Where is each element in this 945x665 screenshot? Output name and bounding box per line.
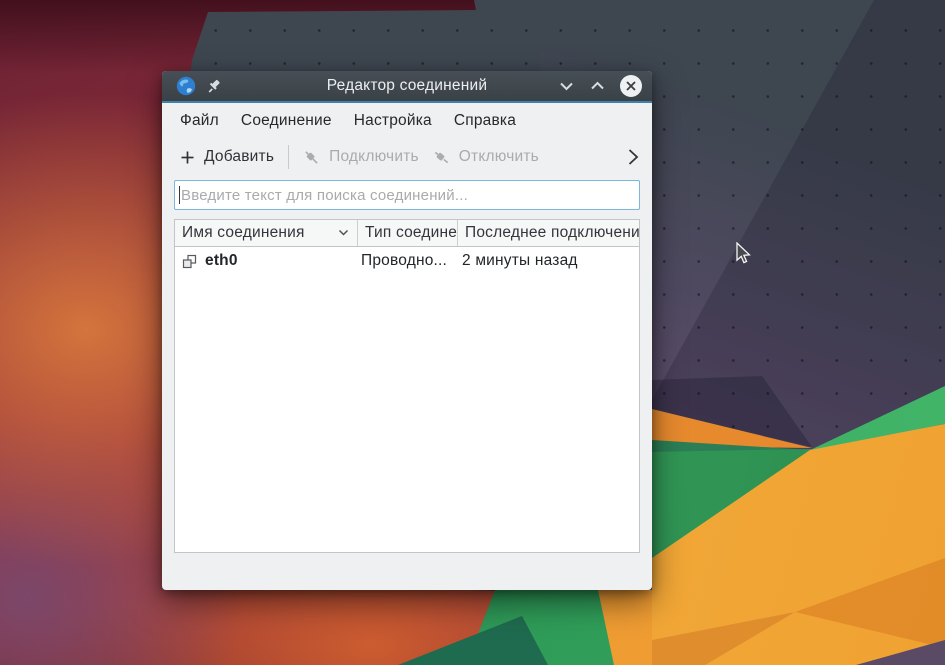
desktop: Редактор соединений Файл Соединени	[0, 0, 945, 665]
close-button[interactable]	[620, 75, 642, 97]
connect-button[interactable]: Подключить	[303, 148, 419, 166]
toolbar-overflow-button[interactable]	[627, 148, 639, 166]
menu-settings[interactable]: Настройка	[354, 112, 432, 130]
plug-off-icon	[433, 149, 450, 166]
search-input[interactable]	[174, 180, 640, 210]
titlebar[interactable]: Редактор соединений	[162, 71, 652, 101]
text-caret	[179, 186, 180, 204]
plug-icon	[303, 149, 320, 166]
minimize-button[interactable]	[558, 78, 574, 94]
table-header: Имя соединения Тип соединения Последнее …	[175, 220, 639, 247]
maximize-button[interactable]	[589, 78, 605, 94]
sort-chevron-down-icon	[338, 229, 349, 236]
connection-name: eth0	[205, 252, 238, 270]
toolbar-separator	[288, 145, 289, 169]
plus-icon	[180, 150, 195, 165]
column-header-name[interactable]: Имя соединения	[175, 220, 357, 246]
table-row[interactable]: eth0 Проводно... 2 минуты назад	[175, 247, 639, 275]
connection-editor-window: Редактор соединений Файл Соединени	[162, 71, 652, 590]
connections-table: Имя соединения Тип соединения Последнее …	[174, 219, 640, 553]
menu-bar: Файл Соединение Настройка Справка	[162, 103, 652, 139]
mouse-cursor	[734, 242, 754, 266]
add-connection-button[interactable]: Добавить	[180, 148, 274, 166]
chevron-right-icon	[627, 148, 639, 166]
column-header-type[interactable]: Тип соединения	[357, 220, 457, 246]
column-header-last-connected[interactable]: Последнее подключение	[457, 220, 639, 246]
menu-connection[interactable]: Соединение	[241, 112, 332, 130]
menu-help[interactable]: Справка	[454, 112, 516, 130]
connection-last-connected: 2 минуты назад	[457, 252, 639, 270]
toolbar: Добавить Подключить	[162, 139, 652, 175]
disconnect-button[interactable]: Отключить	[433, 148, 539, 166]
network-connection-icon	[182, 254, 197, 269]
menu-file[interactable]: Файл	[180, 112, 219, 130]
connection-type: Проводно...	[357, 252, 457, 270]
